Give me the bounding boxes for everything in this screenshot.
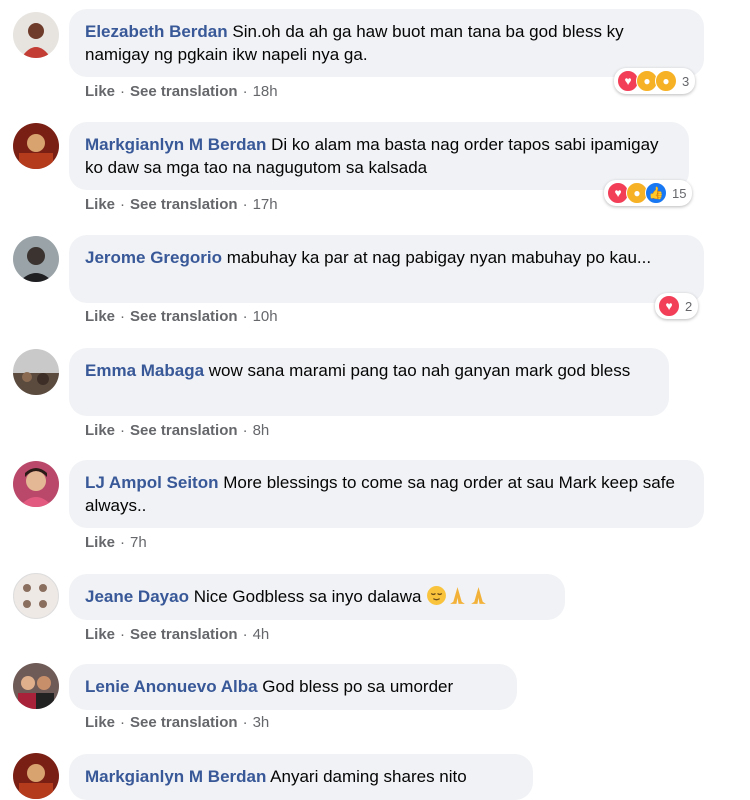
- avatar[interactable]: [13, 123, 59, 169]
- reaction-count: 2: [685, 298, 693, 314]
- see-translation-link[interactable]: See translation: [130, 422, 238, 439]
- avatar[interactable]: [13, 461, 59, 507]
- comment-bubble: LJ Ampol Seiton More blessings to come s…: [69, 460, 704, 528]
- folded-hands-icon: [471, 587, 487, 604]
- timestamp[interactable]: 4h: [253, 626, 270, 643]
- comment-actions: Like · See translation · 17h: [85, 196, 278, 213]
- timestamp[interactable]: 10h: [253, 308, 278, 325]
- avatar[interactable]: [13, 663, 59, 709]
- folded-hands-icon: [450, 587, 466, 604]
- comment-bubble: Markgianlyn M Berdan Anyari daming share…: [69, 754, 533, 800]
- comment-actions: Like · See translation · 10h: [85, 308, 278, 325]
- comment-bubble: Emma Mabaga wow sana marami pang tao nah…: [69, 348, 669, 416]
- see-translation-link[interactable]: See translation: [130, 196, 238, 213]
- comment-actions: Like · See translation · 18h: [85, 83, 278, 100]
- timestamp[interactable]: 17h: [253, 196, 278, 213]
- comment-bubble: Elezabeth Berdan Sin.oh da ah ga haw buo…: [69, 9, 704, 77]
- comment-text: Nice Godbless sa inyo dalawa: [193, 587, 422, 606]
- timestamp[interactable]: 7h: [130, 534, 147, 551]
- comment-actions: Like · 7h: [85, 534, 147, 551]
- comment-actions: Like · See translation · 4h: [85, 626, 270, 643]
- see-translation-link[interactable]: See translation: [130, 83, 238, 100]
- comment-author[interactable]: Jeane Dayao: [85, 587, 189, 606]
- comment-actions: Like · See translation · 3h: [85, 714, 270, 731]
- like-icon: 👍: [645, 182, 667, 204]
- relieved-face-icon: [427, 586, 447, 605]
- avatar[interactable]: [13, 349, 59, 395]
- see-translation-link[interactable]: See translation: [130, 626, 238, 643]
- reactions-summary[interactable]: ♥ ● 👍 15: [604, 180, 693, 206]
- like-button[interactable]: Like: [85, 308, 115, 325]
- reaction-count: 3: [682, 73, 690, 89]
- comment-author[interactable]: Elezabeth Berdan: [85, 22, 228, 41]
- like-button[interactable]: Like: [85, 714, 115, 731]
- comment-actions: Like · See translation · 8h: [85, 422, 270, 439]
- timestamp[interactable]: 8h: [253, 422, 270, 439]
- care-icon: ●: [655, 70, 677, 92]
- comment-bubble: Markgianlyn M Berdan Di ko alam ma basta…: [69, 122, 689, 190]
- comment-author[interactable]: Jerome Gregorio: [85, 248, 222, 267]
- timestamp[interactable]: 18h: [253, 83, 278, 100]
- comment-text: God bless po sa umorder: [262, 677, 454, 696]
- like-button[interactable]: Like: [85, 83, 115, 100]
- timestamp[interactable]: 3h: [253, 714, 270, 731]
- like-button[interactable]: Like: [85, 422, 115, 439]
- see-translation-link[interactable]: See translation: [130, 308, 238, 325]
- reactions-summary[interactable]: ♥ 2: [655, 293, 699, 319]
- see-translation-link[interactable]: See translation: [130, 714, 238, 731]
- like-button[interactable]: Like: [85, 626, 115, 643]
- comment-author[interactable]: Markgianlyn M Berdan: [85, 767, 266, 786]
- avatar[interactable]: [13, 753, 59, 799]
- comment-bubble: Jerome Gregorio mabuhay ka par at nag pa…: [69, 235, 704, 303]
- comment-author[interactable]: Lenie Anonuevo Alba: [85, 677, 258, 696]
- comment-author[interactable]: Markgianlyn M Berdan: [85, 135, 266, 154]
- comment-text: mabuhay ka par at nag pabigay nyan mabuh…: [226, 248, 652, 267]
- comment-author[interactable]: LJ Ampol Seiton: [85, 473, 219, 492]
- comment-author[interactable]: Emma Mabaga: [85, 361, 204, 380]
- like-button[interactable]: Like: [85, 534, 115, 551]
- comment-bubble: Lenie Anonuevo Alba God bless po sa umor…: [69, 664, 517, 710]
- reaction-count: 15: [672, 185, 687, 201]
- avatar[interactable]: [13, 236, 59, 282]
- love-icon: ♥: [658, 295, 680, 317]
- reactions-summary[interactable]: ♥ ● ● 3: [614, 68, 696, 94]
- comment-bubble: Jeane Dayao Nice Godbless sa inyo dalawa: [69, 574, 565, 620]
- avatar[interactable]: [13, 12, 59, 58]
- like-button[interactable]: Like: [85, 196, 115, 213]
- avatar[interactable]: [13, 573, 59, 619]
- comment-text: Anyari daming shares nito: [270, 767, 467, 786]
- comment-text: wow sana marami pang tao nah ganyan mark…: [208, 361, 631, 380]
